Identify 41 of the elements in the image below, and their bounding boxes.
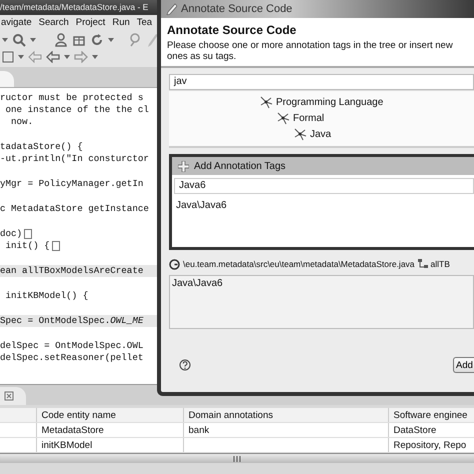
menu-item[interactable]: Run bbox=[111, 15, 131, 31]
tree-item[interactable]: Java bbox=[310, 128, 332, 140]
table-cell: MetadataStore bbox=[36, 422, 183, 438]
menu-item[interactable]: Search bbox=[38, 15, 70, 31]
tree-item[interactable]: Formal bbox=[293, 112, 324, 124]
column-header[interactable]: Code entity name bbox=[36, 408, 183, 422]
code-line: delSpec.setReasoner(pellet bbox=[0, 352, 144, 364]
code-line: initKBModel() { bbox=[4, 290, 90, 302]
code-line: Spec = OntModelSpec.OWL_ME bbox=[0, 315, 144, 327]
code-line: c MetadataStore getInstance bbox=[0, 203, 150, 215]
code-line: delSpec = OntModelSpec.OWL bbox=[0, 340, 144, 352]
menu-item[interactable]: avigate bbox=[0, 15, 33, 31]
search-field[interactable]: jav bbox=[169, 74, 474, 90]
dialog-title: Annotate Source Code bbox=[181, 3, 292, 15]
member-name: allTB bbox=[430, 259, 450, 269]
menu-item[interactable]: Project bbox=[74, 15, 106, 31]
section-title: Add Annotation Tags bbox=[194, 160, 286, 172]
section-header[interactable]: Add Annotation Tags bbox=[172, 157, 474, 175]
tag-list-item[interactable]: Java\Java6 bbox=[172, 194, 474, 211]
column-header[interactable]: Software enginee bbox=[388, 408, 474, 422]
code-line: ructor must be protected s bbox=[0, 92, 144, 104]
dialog-description: Please choose one or more annotation tags in the tree or insert new ones as su tags. bbox=[167, 40, 454, 62]
file-path: \eu.team.metadata\src\eu\team\metadata\MetadataStore.java bbox=[183, 259, 415, 269]
add-button[interactable]: Add bbox=[453, 357, 474, 373]
table-cell: DataStore bbox=[388, 422, 474, 438]
menu-item[interactable]: Tea bbox=[136, 15, 154, 31]
code-line: tadataStore() { bbox=[0, 141, 84, 153]
tree-item[interactable]: Programming Language bbox=[276, 96, 384, 108]
code-line: -ut.println("In consturctor bbox=[0, 153, 150, 165]
code-line: yMgr = PolicyManager.getIn bbox=[0, 178, 144, 190]
code-line: ean allTBoxModelsAreCreate bbox=[0, 265, 144, 277]
tag-input-field[interactable]: Java6 bbox=[174, 178, 474, 194]
dialog-heading: Annotate Source Code bbox=[167, 23, 298, 37]
code-line: one instance of the the cl bbox=[4, 104, 150, 116]
code-line: now. bbox=[10, 116, 34, 128]
code-line: init() { bbox=[4, 240, 51, 252]
window-title: /team/metadata/MetadataStore.java - E bbox=[0, 2, 148, 12]
column-header[interactable]: Domain annotations bbox=[183, 408, 388, 422]
code-line: doc) bbox=[0, 228, 24, 240]
table-cell: bank bbox=[183, 422, 388, 438]
selected-tags-area[interactable]: Java\Java6 bbox=[169, 275, 474, 329]
